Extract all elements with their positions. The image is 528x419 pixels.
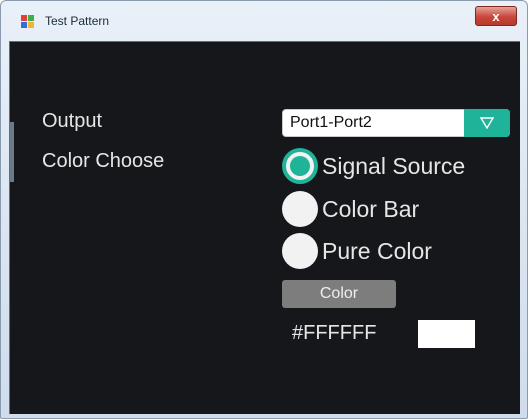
radio-pure-color[interactable]: Pure Color [282,233,432,269]
dialog-content: Output Port1-Port2 Color Choose Signal S… [9,41,520,414]
radio-label-signal-source: Signal Source [322,152,466,179]
radio-color-bar[interactable]: Color Bar [282,191,419,227]
radio-signal-source[interactable]: Signal Source [282,148,465,184]
test-pattern-window: Test Pattern x Output Port1-Port2 Color … [0,0,528,419]
output-select[interactable]: Port1-Port2 [282,109,510,137]
close-button[interactable]: x [475,6,517,26]
radio-label-pure-color: Pure Color [322,237,432,264]
color-button[interactable]: Color [282,280,396,308]
color-button-label: Color [319,285,359,302]
radio-button[interactable] [282,191,318,227]
radio-label-color-bar: Color Bar [322,195,420,222]
app-icon [21,15,34,28]
color-choose-label: Color Choose [42,150,165,172]
window-title: Test Pattern [45,14,110,28]
output-select-value: Port1-Port2 [290,114,372,131]
triangle-down-icon [480,117,494,129]
title-bar[interactable]: Test Pattern x [1,1,527,41]
output-label: Output [42,110,103,132]
close-icon: x [492,8,500,24]
radio-button-checked[interactable] [282,148,318,184]
color-swatch[interactable] [418,320,475,348]
color-hex-value: #FFFFFF [292,322,377,344]
dropdown-button[interactable] [464,109,510,137]
left-edge-strip [10,122,14,182]
radio-button[interactable] [282,233,318,269]
